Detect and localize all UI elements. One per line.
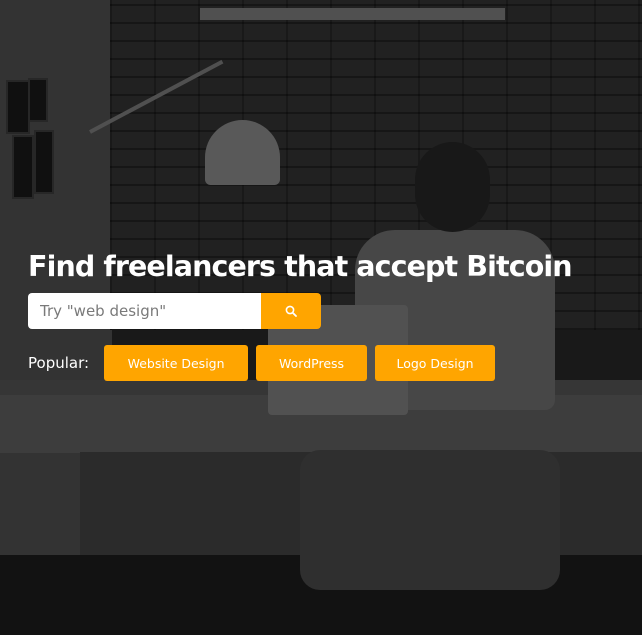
search-icon (285, 305, 297, 317)
hero-section: Find freelancers that accept Bitcoin Pop… (0, 0, 642, 635)
popular-label: Popular: (28, 354, 90, 372)
tag-logo-design[interactable]: Logo Design (375, 345, 496, 381)
tag-website-design[interactable]: Website Design (104, 345, 249, 381)
tag-wordpress[interactable]: WordPress (256, 345, 368, 381)
hero-content: Find freelancers that accept Bitcoin Pop… (28, 248, 628, 381)
search-input[interactable] (28, 293, 261, 329)
popular-searches: Popular: Website Design WordPress Logo D… (28, 345, 628, 381)
search-button[interactable] (261, 293, 321, 329)
search-form (28, 293, 628, 329)
hero-headline: Find freelancers that accept Bitcoin (28, 250, 573, 283)
